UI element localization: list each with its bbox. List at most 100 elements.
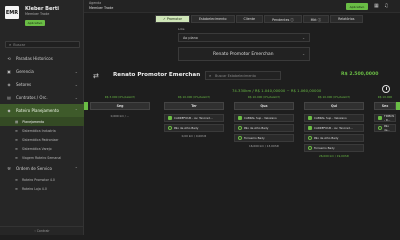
visit-card[interactable]: CARREFOUR - Av. Tancred... xyxy=(164,114,224,122)
pin-icon xyxy=(238,136,242,140)
chevron-down-icon: ⌄ xyxy=(74,95,78,100)
sidebar-item-setores[interactable]: ◈ Setores ⌄ xyxy=(0,78,84,91)
visit-card[interactable]: TRIBOS - R... xyxy=(374,114,396,122)
visit-card[interactable]: Pão de Alho Bady xyxy=(164,124,224,132)
grid-icon[interactable]: ▦ xyxy=(374,3,379,9)
clock-icon[interactable] xyxy=(382,85,390,93)
visit-card[interactable]: CARREFOUR - Av. Tancred... xyxy=(304,124,364,132)
tab-pendentes[interactable]: Pendentes ⓘ xyxy=(264,15,302,23)
sidebar-item-label: Setores xyxy=(16,82,32,87)
list-icon: ≡ xyxy=(15,177,18,182)
day-column-sex: TRIBOS - R... Pão de... xyxy=(374,114,396,134)
visit-card[interactable]: Torresmo Bady xyxy=(304,144,364,152)
sidebar-item-gerencia[interactable]: ▣ Gerencia ⌄ xyxy=(0,65,84,78)
sidebar-subitem-varejo[interactable]: ≡ Sistemática Varejo xyxy=(0,144,84,153)
visit-card[interactable]: Torresmo Bady xyxy=(234,134,294,142)
check-icon xyxy=(378,116,382,120)
chevron-down-icon: ⌄ xyxy=(302,35,305,40)
visit-card-label: Pão de Alho Bady xyxy=(174,126,199,130)
sidebar-subitem-label: Planejamento xyxy=(22,119,45,124)
tab-bar: ✓ Promotor Estabelecimento Cliente Pende… xyxy=(155,15,364,23)
check-icon xyxy=(308,126,312,130)
sidebar-subitem-planejamento[interactable]: ▦ Planejamento xyxy=(0,117,84,126)
search-icon: ⌕ xyxy=(209,73,212,78)
day-label[interactable]: Seg xyxy=(90,102,150,110)
visit-card[interactable]: CABRAL Sup - Velozano xyxy=(304,114,364,122)
day-header-sex: R$ 10.000 Sex xyxy=(374,95,396,114)
collapse-label: Contrair xyxy=(36,229,50,233)
day-label[interactable]: Sex xyxy=(374,102,396,110)
sidebar-subitem-label: Sistemática Varejo xyxy=(21,146,52,151)
sidebar-subitem-label: Roteiro Promotor 4.0 xyxy=(21,177,55,182)
sidebar-nav: ⟲ Paradas Historicos ▣ Gerencia ⌄ ◈ Seto… xyxy=(0,52,84,193)
plan-select[interactable]: Ao plano ⌄ xyxy=(178,33,310,42)
visit-card-label: Pão de... xyxy=(384,124,391,132)
shuffle-icon[interactable]: ⇄ xyxy=(93,72,99,80)
visit-card-label: Pão de Alho Bady xyxy=(244,126,269,130)
day-footer: 16,000 km / 13,00h⚙ xyxy=(248,144,280,148)
day-amount: R$ 10.000 (0%/ALGO?) xyxy=(317,95,351,99)
sidebar-item-label: Gerencia xyxy=(16,69,34,74)
scroll-right-handle[interactable] xyxy=(396,102,400,110)
day-label[interactable]: Qui xyxy=(304,102,364,110)
day-label[interactable]: Ter xyxy=(164,102,224,110)
sidebar-item-contratos[interactable]: ▤ Contratos / Orc. ⌄ xyxy=(0,91,84,104)
day-footer: 0,00 km / 0,00h⚙ xyxy=(181,134,207,138)
visit-card-label: CABRAL Sup - Velozano xyxy=(244,116,277,120)
sidebar: EMR Kleber Berti Member Trade Aplicativo… xyxy=(0,0,84,235)
bell-icon[interactable]: ♫ xyxy=(384,3,388,9)
sidebar-item-ordem-servico[interactable]: ⚒ Ordem de Servico ⌃ xyxy=(0,162,84,175)
sidebar-subitem-label: Viagem Roteiro Semanal xyxy=(21,155,62,160)
visit-card-label: Torresmo Bady xyxy=(314,146,335,150)
pin-icon xyxy=(378,126,382,130)
pin-icon xyxy=(168,126,172,130)
sidebar-subitem-industria[interactable]: ≡ Sistemática Industria xyxy=(0,126,84,135)
app-button[interactable]: Aplicativo xyxy=(346,3,368,10)
visit-card-label: CABRAL Sup - Velozano xyxy=(314,116,347,120)
day-column-qua: CABRAL Sup - Velozano Pão de Alho Bady T… xyxy=(234,114,294,151)
tab-promotor[interactable]: ✓ Promotor xyxy=(155,15,190,23)
sidebar-subitem-label: Sistemática Industria xyxy=(21,128,56,133)
promoter-select[interactable]: Renato Promotor Emerchan ⌄ xyxy=(178,47,310,61)
profile-info: Kleber Berti Member Trade Aplicativo xyxy=(25,6,59,26)
chevron-down-icon: ⌄ xyxy=(74,82,78,87)
check-icon xyxy=(308,116,312,120)
visit-card[interactable]: Pão de Alho Bady xyxy=(234,124,294,132)
route-icon: ◆ xyxy=(7,108,11,113)
sidebar-item-label: Contratos / Orc. xyxy=(16,95,48,100)
check-icon xyxy=(168,116,172,120)
sidebar-item-paradas[interactable]: ⟲ Paradas Historicos xyxy=(0,52,84,65)
day-label[interactable]: Qua xyxy=(234,102,294,110)
visit-card[interactable]: Pão de... xyxy=(374,124,396,132)
sidebar-subitem-roteiro-promotor[interactable]: ≡ Roteiro Promotor 4.0 xyxy=(0,175,84,184)
sidebar-item-roteiro[interactable]: ◆ Roteiro Planejamento ⌃ xyxy=(0,104,84,117)
tab-relatorios[interactable]: Relatórios xyxy=(330,15,363,23)
tab-cliente[interactable]: Cliente xyxy=(235,15,264,23)
collapse-sidebar-button[interactable]: ‹ Contrair xyxy=(0,226,84,235)
promoter-total: R$ 2.500,0000 xyxy=(341,72,379,77)
breadcrumb-main[interactable]: Member Trade xyxy=(89,6,113,10)
week-board: R$ 3.000 (0%/ALGO?) Seg 0,000 km / ... R… xyxy=(84,95,400,235)
visit-card-label: CARREFOUR - Av. Tancred... xyxy=(314,126,353,130)
check-icon xyxy=(238,116,242,120)
tab-mkt[interactable]: Mkt ⓘ xyxy=(302,15,330,23)
visit-card[interactable]: CABRAL Sup - Velozano xyxy=(234,114,294,122)
day-column-ter: CARREFOUR - Av. Tancred... Pão de Alho B… xyxy=(164,114,224,141)
visit-card[interactable]: Pão de Alho Bady xyxy=(304,134,364,142)
list-icon: ≡ xyxy=(15,146,18,151)
establishment-search-input[interactable]: ⌕ Buscar Estabelecimento xyxy=(205,71,281,80)
day-header-seg: R$ 3.000 (0%/ALGO?) Seg xyxy=(90,95,150,114)
sidebar-subitem-padronizar[interactable]: ≡ Sistemática Padronizar xyxy=(0,135,84,144)
tab-estabelecimento[interactable]: Estabelecimento xyxy=(190,15,235,23)
day-amount: R$ 3.000 (0%/ALGO?) xyxy=(104,95,136,99)
lot-label: Lote xyxy=(178,27,185,31)
sidebar-search-placeholder: Buscar xyxy=(13,42,26,47)
sidebar-subitem-viagem[interactable]: ≡ Viagem Roteiro Semanal xyxy=(0,153,84,162)
day-amount: R$ 10.000 xyxy=(377,95,393,99)
scroll-left-handle[interactable] xyxy=(84,102,88,110)
chevron-down-icon: ⌄ xyxy=(74,69,78,74)
sidebar-subitem-roteiro-loja[interactable]: ≡ Roteiro Loja 4.0 xyxy=(0,184,84,193)
profile-app-badge[interactable]: Aplicativo xyxy=(25,20,45,26)
contract-icon: ▤ xyxy=(7,95,11,100)
sidebar-search-input[interactable]: ⌕ Buscar xyxy=(5,41,80,48)
